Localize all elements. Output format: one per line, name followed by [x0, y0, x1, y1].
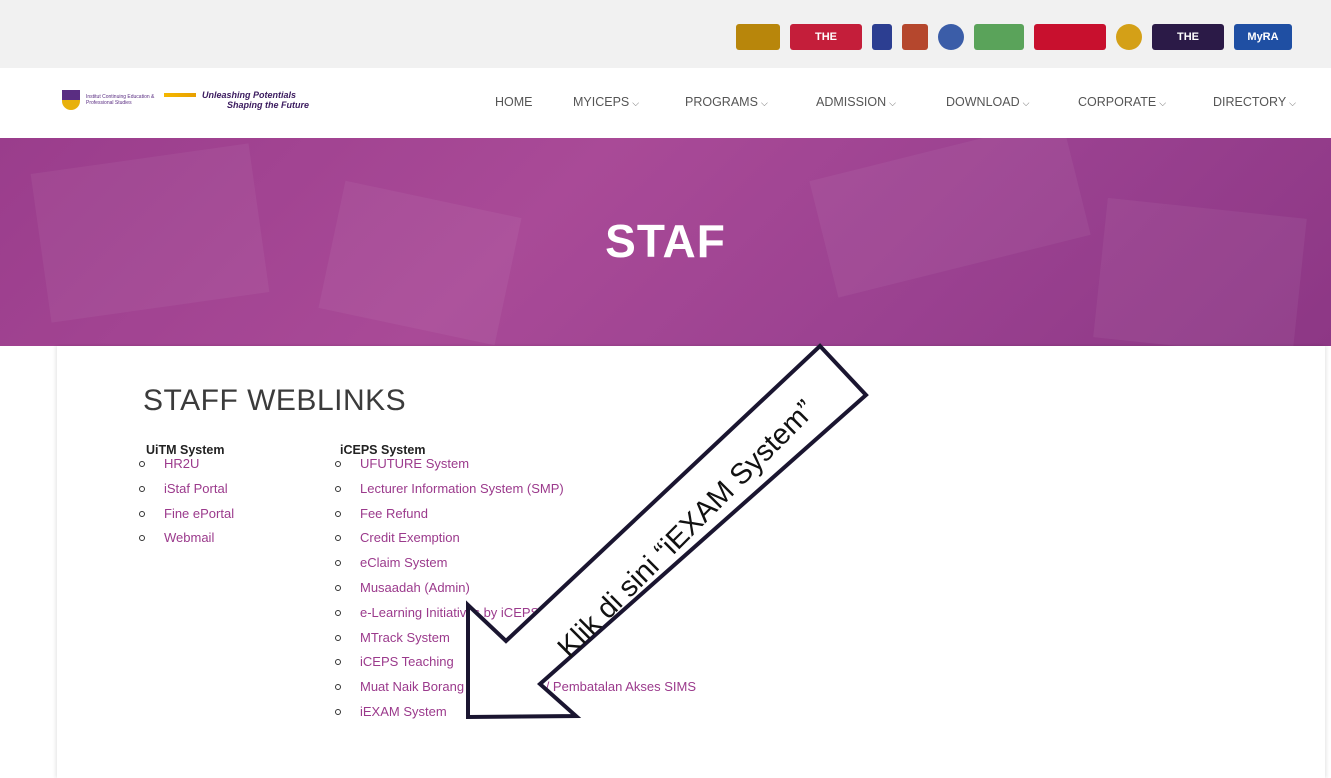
- annotation-arrow-icon: [466, 343, 869, 720]
